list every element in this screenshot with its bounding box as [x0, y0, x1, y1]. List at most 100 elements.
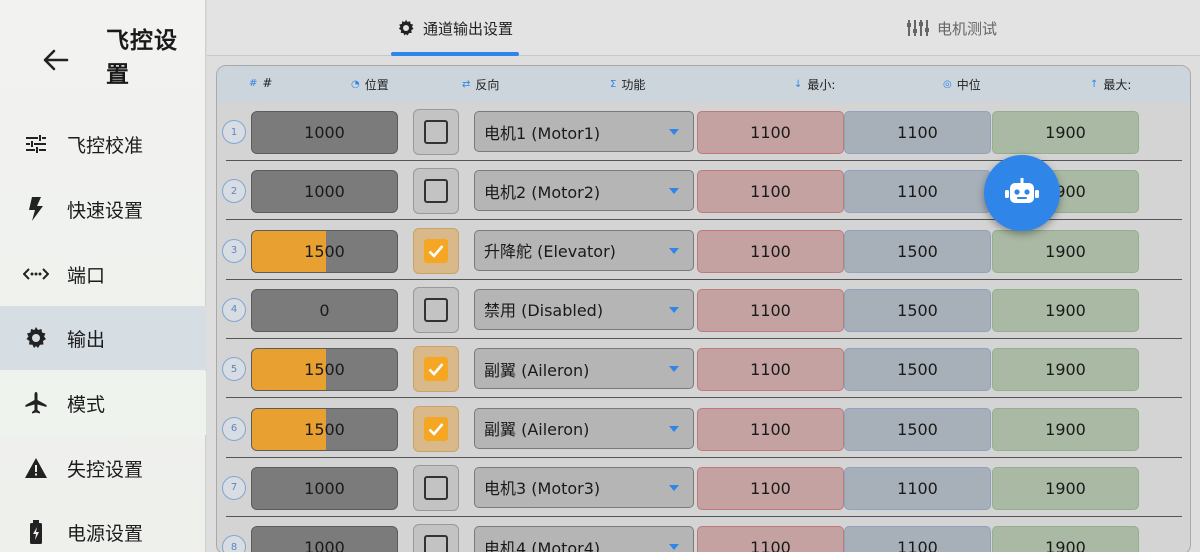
sidebar-item-modes[interactable]: 模式 [0, 371, 206, 435]
reverse-checkbox[interactable] [424, 535, 448, 552]
reverse-checkbox[interactable] [424, 416, 448, 441]
min-input[interactable]: 1100 [697, 111, 844, 154]
tab-indicator [391, 52, 519, 56]
sidebar-item-output[interactable]: 输出 [0, 306, 206, 370]
arrow-left-icon [43, 49, 69, 71]
mixer-icon [906, 20, 929, 36]
table-row: 1 1000 电机1 (Motor1) 1100 1100 1900 [217, 102, 1190, 161]
col-position-header: ◔ 位置 [351, 78, 389, 92]
position-bar: 1000 [251, 170, 398, 214]
channel-index: 8 [222, 535, 246, 552]
channel-index: 7 [222, 475, 246, 500]
position-bar: 1000 [251, 526, 398, 552]
max-input[interactable]: 1900 [992, 348, 1139, 392]
position-value: 1000 [304, 182, 345, 202]
min-input[interactable]: 1100 [697, 229, 844, 273]
sidebar-item-failsafe[interactable]: 失控设置 [0, 436, 206, 500]
mid-input[interactable]: 1500 [844, 348, 991, 392]
sigma-icon: Σ [610, 79, 617, 90]
tab-motor-test[interactable]: 电机测试 [897, 0, 1007, 56]
function-select[interactable]: 电机4 (Motor4) [474, 526, 694, 552]
mid-input[interactable]: 1500 [844, 229, 991, 273]
back-button[interactable] [36, 40, 76, 80]
function-select[interactable]: 副翼 (Aileron) [474, 407, 694, 449]
channel-index: 4 [222, 297, 246, 322]
mid-input[interactable]: 1100 [844, 170, 991, 214]
table-row: 5 1500 副翼 (Aileron) 1100 1500 1900 [217, 339, 1190, 399]
sidebar-item-label: 输出 [67, 328, 106, 351]
reverse-checkbox-wrap [413, 405, 459, 452]
reverse-checkbox-wrap [413, 227, 459, 274]
reverse-checkbox-wrap [413, 168, 459, 215]
max-input[interactable]: 1900 [992, 526, 1139, 552]
page-title: 飞控设置 [106, 28, 178, 88]
channel-index: 3 [222, 238, 246, 263]
col-min-header: ↓ 最小: [794, 78, 836, 92]
max-input[interactable]: 1900 [992, 229, 1139, 273]
max-input[interactable]: 1900 [992, 288, 1139, 332]
function-select[interactable]: 电机1 (Motor1) [474, 111, 694, 152]
channel-index: 2 [222, 179, 246, 204]
reverse-checkbox[interactable] [424, 475, 448, 500]
sidebar-item-ports[interactable]: 端口 [0, 242, 206, 306]
min-input[interactable]: 1100 [697, 526, 844, 552]
min-input[interactable]: 1100 [697, 466, 844, 510]
position-value: 1000 [304, 123, 345, 142]
gear-icon [22, 324, 50, 352]
function-value: 电机3 (Motor3) [484, 479, 601, 499]
sidebar-item-power[interactable]: 电源设置 [0, 500, 206, 552]
chevron-down-icon [669, 425, 679, 432]
reverse-checkbox[interactable] [424, 120, 448, 144]
col-max-header: ↑ 最大: [1090, 78, 1132, 92]
tab-channel-output[interactable]: 通道输出设置 [389, 0, 521, 56]
chevron-down-icon [669, 247, 679, 254]
function-select[interactable]: 禁用 (Disabled) [474, 288, 694, 330]
mid-input[interactable]: 1100 [844, 526, 991, 552]
reverse-checkbox-wrap [413, 346, 459, 393]
chevron-down-icon [669, 129, 679, 135]
function-select[interactable]: 电机2 (Motor2) [474, 170, 694, 212]
reverse-checkbox[interactable] [424, 357, 448, 382]
max-input[interactable]: 1900 [992, 466, 1139, 510]
check-icon [428, 422, 444, 436]
reverse-checkbox[interactable] [424, 297, 448, 322]
sidebar-item-calibration[interactable]: 飞控校准 [0, 112, 206, 176]
min-input[interactable]: 1100 [697, 348, 844, 392]
min-input[interactable]: 1100 [697, 170, 844, 214]
position-value: 1500 [304, 241, 345, 261]
max-input[interactable]: 1900 [992, 407, 1139, 451]
position-value: 1500 [304, 419, 345, 439]
mid-input[interactable]: 1100 [844, 111, 991, 154]
channel-index: 6 [222, 416, 246, 441]
sidebar-item-label: 模式 [67, 393, 106, 416]
function-select[interactable]: 电机3 (Motor3) [474, 466, 694, 508]
col-function-header: Σ 功能 [610, 78, 646, 92]
arrow-up-icon: ↑ [1090, 79, 1099, 90]
sidebar-item-quick-setup[interactable]: 快速设置 [0, 177, 206, 241]
function-select[interactable]: 副翼 (Aileron) [474, 348, 694, 390]
mid-input[interactable]: 1500 [844, 288, 991, 332]
reverse-checkbox-wrap [413, 109, 459, 155]
tab-label: 电机测试 [936, 19, 997, 38]
max-input[interactable]: 1900 [992, 111, 1139, 154]
mid-input[interactable]: 1500 [844, 407, 991, 451]
check-icon [428, 244, 444, 258]
reverse-checkbox[interactable] [424, 179, 448, 204]
table-row: 4 0 禁用 (Disabled) 1100 1500 1900 [217, 280, 1190, 339]
sidebar: 飞控设置 飞控校准 快速设置 端口 输出 模式 失控设置 电源设置 [0, 0, 206, 552]
sidebar-item-label: 飞控校准 [67, 134, 144, 157]
min-input[interactable]: 1100 [697, 407, 844, 451]
position-value: 0 [319, 300, 330, 320]
tab-label: 通道输出设置 [422, 19, 513, 38]
sidebar-header: 飞控设置 [0, 0, 206, 110]
main-content: 通道输出设置 电机测试 # # ◔ 位置 ⇄ 反向 Σ 功能 ↓ 最小: ◎ 中位 ↑ 最大:… [207, 0, 1200, 552]
reverse-checkbox[interactable] [424, 238, 448, 263]
function-select[interactable]: 升降舵 (Elevator) [474, 229, 694, 271]
function-value: 副翼 (Aileron) [484, 420, 590, 439]
min-input[interactable]: 1100 [697, 288, 844, 332]
arrow-down-icon: ↓ [794, 79, 803, 90]
tab-bar: 通道输出设置 电机测试 [207, 0, 1200, 56]
reverse-checkbox-wrap [413, 286, 459, 333]
mid-input[interactable]: 1100 [844, 466, 991, 510]
assistant-fab[interactable] [984, 155, 1060, 231]
